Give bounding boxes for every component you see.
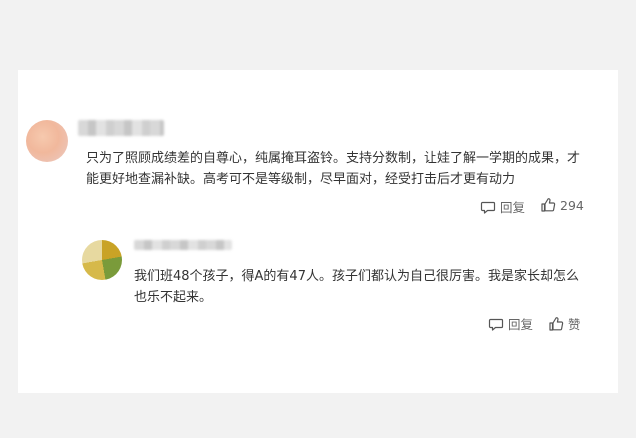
like-button[interactable]: 赞 — [548, 314, 581, 333]
comment-text-line: 也乐不起来。 — [134, 290, 213, 305]
like-label: 赞 — [568, 317, 581, 332]
comment-card — [18, 70, 618, 393]
reply-button[interactable]: 回复 — [488, 314, 533, 333]
like-button[interactable]: 294 — [540, 197, 584, 213]
reply-label: 回复 — [500, 200, 526, 215]
thumbs-up-icon — [540, 197, 556, 213]
blurred-username — [134, 240, 232, 250]
avatar[interactable] — [82, 240, 122, 280]
comment-bubble-icon — [488, 316, 504, 332]
reply-button[interactable]: 回复 — [480, 197, 525, 216]
avatar[interactable] — [26, 120, 68, 162]
thumbs-up-icon — [548, 316, 564, 332]
blurred-username — [78, 120, 164, 136]
comment-text-line: 只为了照顾成绩差的自尊心，纯属掩耳盗铃。支持分数制，让娃了解一学期的成果，才 — [86, 151, 581, 166]
reply-label: 回复 — [508, 317, 534, 332]
like-count: 294 — [560, 197, 584, 213]
comment-text-line: 我们班48个孩子，得A的有47人。孩子们都认为自己很厉害。我是家长却怎么 — [134, 269, 579, 284]
comment-text-line: 能更好地查漏补缺。高考可不是等级制，尽早面对，经受打击后才更有动力 — [86, 172, 516, 187]
comment-bubble-icon — [480, 199, 496, 215]
